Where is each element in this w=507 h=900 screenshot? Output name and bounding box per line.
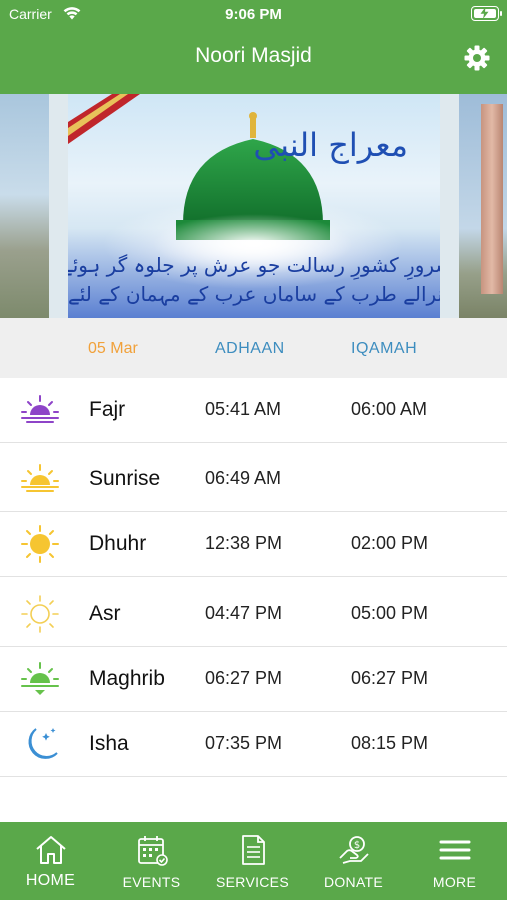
- banner-carousel[interactable]: معراج النبی وہ سرورِ کشورِ رسالت جو عرش …: [0, 94, 507, 318]
- sun-outline-icon: [21, 595, 59, 633]
- tab-label: DONATE: [323, 874, 384, 890]
- sunrise-yellow-icon: [21, 464, 59, 492]
- banner-title-art: معراج النبی: [253, 126, 408, 164]
- page-title: Noori Masjid: [195, 44, 312, 67]
- bottom-tab-bar: HOME EVENTS SERVICES $ DONATE MORE: [0, 822, 507, 900]
- tab-home[interactable]: HOME: [0, 822, 101, 900]
- adhaan-time: 04:47 PM: [205, 603, 283, 623]
- iqamah-time: 06:00 AM: [351, 399, 428, 419]
- adhaan-column-header: ADHAAN: [215, 340, 285, 357]
- prayer-row-isha[interactable]: Isha 07:35 PM 08:15 PM: [0, 712, 507, 777]
- iqamah-time: 08:15 PM: [351, 733, 429, 753]
- adhaan-time: 12:38 PM: [205, 533, 283, 553]
- banner-image[interactable]: معراج النبی وہ سرورِ کشورِ رسالت جو عرش …: [68, 94, 440, 318]
- status-bar: Carrier 9:06 PM: [0, 0, 507, 28]
- prayer-name: Maghrib: [89, 667, 165, 690]
- calendar-icon: [138, 836, 168, 866]
- banner-prev-image[interactable]: [0, 94, 49, 318]
- green-dome-artwork: معراج النبی وہ سرورِ کشورِ رسالت جو عرش …: [68, 94, 440, 306]
- banner-next-image[interactable]: [459, 94, 507, 318]
- prayer-row-maghrib[interactable]: Maghrib 06:27 PM 06:27 PM: [0, 647, 507, 712]
- menu-icon: [439, 840, 471, 860]
- iqamah-column-header: IQAMAH: [351, 340, 418, 357]
- sunset-green-icon: [21, 662, 59, 695]
- tab-services[interactable]: SERVICES: [202, 822, 303, 900]
- home-icon: [36, 836, 66, 864]
- sun-icon: [21, 525, 59, 563]
- status-time: 9:06 PM: [225, 6, 282, 23]
- top-bar: Carrier 9:06 PM Noori Masjid: [0, 0, 507, 94]
- tab-donate[interactable]: $ DONATE: [303, 822, 404, 900]
- prayer-name: Asr: [89, 602, 121, 625]
- date-label[interactable]: 05 Mar: [88, 340, 138, 358]
- tab-events[interactable]: EVENTS: [101, 822, 202, 900]
- adhaan-time: 07:35 PM: [205, 733, 283, 753]
- adhaan-time: 06:27 PM: [205, 668, 283, 688]
- donate-hand-icon: $: [339, 836, 369, 864]
- prayer-row-fajr[interactable]: Fajr 05:41 AM 06:00 AM: [0, 378, 507, 443]
- prayer-row-asr[interactable]: Asr 04:47 PM 05:00 PM: [0, 582, 507, 647]
- prayer-name: Fajr: [89, 398, 126, 421]
- banner-caption-line-2: نئے نرالے طرب کے ساماں عرب کے مہمان کے ل…: [68, 282, 440, 306]
- tab-label: EVENTS: [122, 874, 181, 890]
- iqamah-time: 02:00 PM: [351, 533, 429, 553]
- adhaan-time: 05:41 AM: [205, 399, 282, 419]
- banner-caption-line-1: وہ سرورِ کشورِ رسالت جو عرش پر جلوہ گر ہ…: [68, 253, 440, 280]
- gear-icon[interactable]: [463, 44, 491, 72]
- tab-label: MORE: [432, 874, 477, 890]
- prayer-row-sunrise[interactable]: Sunrise 06:49 AM: [0, 447, 507, 512]
- prayer-name: Dhuhr: [89, 532, 147, 555]
- adhaan-time: 06:49 AM: [205, 468, 282, 488]
- prayer-table-header: 05 Mar ADHAAN IQAMAH: [0, 318, 507, 378]
- sunrise-purple-icon: [21, 395, 59, 423]
- iqamah-time: 05:00 PM: [351, 603, 429, 623]
- minaret-image: [481, 104, 503, 294]
- prayer-name: Isha: [89, 732, 129, 755]
- iqamah-time: 06:27 PM: [351, 668, 429, 688]
- battery-charging-icon: [471, 6, 502, 21]
- prayer-name: Sunrise: [89, 467, 161, 490]
- svg-text:$: $: [354, 840, 360, 851]
- document-icon: [242, 835, 265, 865]
- prayer-row-dhuhr[interactable]: Dhuhr 12:38 PM 02:00 PM: [0, 512, 507, 577]
- tab-label: SERVICES: [216, 874, 289, 890]
- moon-stars-icon: [28, 728, 58, 759]
- tab-more[interactable]: MORE: [404, 822, 505, 900]
- tab-label: HOME: [25, 872, 76, 889]
